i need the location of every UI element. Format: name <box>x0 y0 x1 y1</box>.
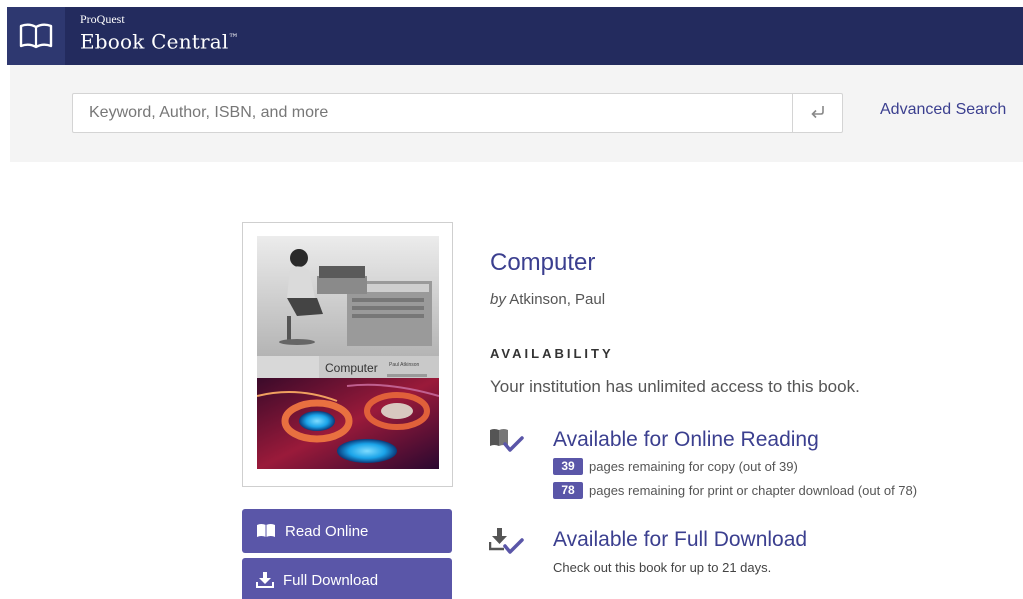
book-cover-frame: Computer Paul Atkinson <box>242 222 453 487</box>
book-check-icon <box>489 428 525 459</box>
open-book-icon <box>256 523 276 539</box>
print-pages-text: pages remaining for print or chapter dow… <box>589 483 918 498</box>
author-name[interactable]: Atkinson, Paul <box>509 291 605 308</box>
full-download-title: Available for Full Download <box>553 528 808 551</box>
full-download-subtitle: Check out this book for up to 21 days. <box>553 560 772 575</box>
online-reading-title: Available for Online Reading <box>553 428 819 451</box>
search-box <box>72 93 843 133</box>
read-online-button[interactable]: Read Online <box>242 509 452 553</box>
advanced-search-link[interactable]: Advanced Search <box>880 101 1006 119</box>
full-download-label: Full Download <box>283 571 379 589</box>
access-text: Your institution has unlimited access to… <box>490 377 860 396</box>
download-icon <box>256 572 274 588</box>
top-header: ProQuest Ebook Central™ <box>7 7 1023 65</box>
enter-arrow-icon <box>808 103 828 124</box>
by-label: by <box>490 291 506 308</box>
print-count-badge: 78 <box>553 482 583 499</box>
book-author: by Atkinson, Paul <box>490 291 605 308</box>
brand-proquest: ProQuest <box>80 12 125 26</box>
cover-title: Computer <box>325 361 378 375</box>
cover-author: Paul Atkinson <box>389 362 420 368</box>
brand-ebook-central: Ebook Central™ <box>80 29 239 54</box>
search-input[interactable] <box>73 94 793 132</box>
book-title[interactable]: Computer <box>490 249 595 277</box>
book-cover-image[interactable]: Computer Paul Atkinson <box>257 236 439 469</box>
copy-count-badge: 39 <box>553 458 583 475</box>
search-submit-button[interactable] <box>792 94 842 132</box>
download-check-icon <box>488 528 525 561</box>
print-pages-row: 78 pages remaining for print or chapter … <box>553 482 917 499</box>
copy-pages-text: pages remaining for copy (out of 39) <box>589 459 798 474</box>
availability-heading: AVAILABILITY <box>490 346 614 361</box>
brand-logo[interactable]: ProQuest Ebook Central™ <box>80 13 239 55</box>
search-bar: Advanced Search <box>10 65 1023 162</box>
copy-pages-row: 39 pages remaining for copy (out of 39) <box>553 458 798 475</box>
full-download-button[interactable]: Full Download <box>242 558 452 599</box>
open-book-icon[interactable] <box>7 7 65 65</box>
read-online-label: Read Online <box>285 522 369 540</box>
